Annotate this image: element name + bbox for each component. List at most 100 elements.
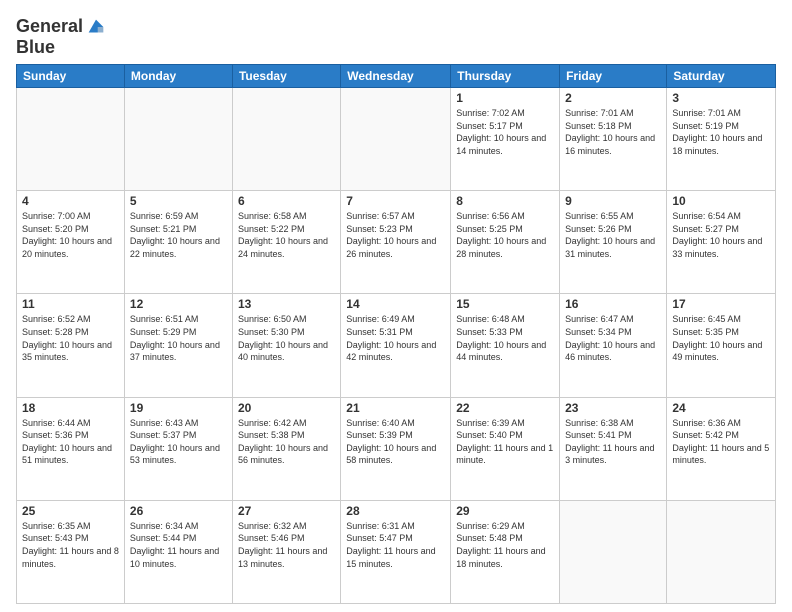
day-number: 6 bbox=[238, 194, 335, 208]
calendar-cell[interactable]: 16 Sunrise: 6:47 AMSunset: 5:34 PMDayligh… bbox=[560, 294, 667, 397]
day-info: Sunrise: 6:38 AMSunset: 5:41 PMDaylight:… bbox=[565, 417, 661, 467]
day-info: Sunrise: 6:47 AMSunset: 5:34 PMDaylight:… bbox=[565, 313, 661, 363]
calendar-cell[interactable]: 1Sunrise: 7:02 AMSunset: 5:17 PMDaylight… bbox=[451, 88, 560, 191]
day-number: 7 bbox=[346, 194, 445, 208]
day-info: Sunrise: 6:51 AMSunset: 5:29 PMDaylight:… bbox=[130, 313, 227, 363]
logo-icon bbox=[85, 16, 107, 38]
calendar-cell[interactable]: 12 Sunrise: 6:51 AMSunset: 5:29 PMDayligh… bbox=[124, 294, 232, 397]
day-info: Sunrise: 6:44 AMSunset: 5:36 PMDaylight:… bbox=[22, 417, 119, 467]
day-number: 10 bbox=[672, 194, 770, 208]
day-number: 26 bbox=[130, 504, 227, 518]
day-number: 22 bbox=[456, 401, 554, 415]
calendar-cell[interactable]: 19 Sunrise: 6:43 AMSunset: 5:37 PMDayligh… bbox=[124, 397, 232, 500]
day-number: 2 bbox=[565, 91, 661, 105]
calendar-cell[interactable]: 8Sunrise: 6:56 AMSunset: 5:25 PMDaylight… bbox=[451, 191, 560, 294]
calendar-cell[interactable]: 23 Sunrise: 6:38 AMSunset: 5:41 PMDayligh… bbox=[560, 397, 667, 500]
calendar-cell[interactable]: 21 Sunrise: 6:40 AMSunset: 5:39 PMDayligh… bbox=[341, 397, 451, 500]
calendar: SundayMondayTuesdayWednesdayThursdayFrid… bbox=[16, 64, 776, 604]
day-info: Sunrise: 6:45 AMSunset: 5:35 PMDaylight:… bbox=[672, 313, 770, 363]
calendar-cell[interactable]: 9 Sunrise: 6:55 AMSunset: 5:26 PMDaylight… bbox=[560, 191, 667, 294]
calendar-cell[interactable]: 7 Sunrise: 6:57 AMSunset: 5:23 PMDaylight… bbox=[341, 191, 451, 294]
day-number: 13 bbox=[238, 297, 335, 311]
day-info: Sunrise: 6:54 AMSunset: 5:27 PMDaylight:… bbox=[672, 210, 770, 260]
calendar-cell[interactable]: 14 Sunrise: 6:49 AMSunset: 5:31 PMDayligh… bbox=[341, 294, 451, 397]
calendar-cell[interactable]: 10 Sunrise: 6:54 AMSunset: 5:27 PMDayligh… bbox=[667, 191, 776, 294]
day-number: 14 bbox=[346, 297, 445, 311]
day-number: 4 bbox=[22, 194, 119, 208]
calendar-cell[interactable]: 3 Sunrise: 7:01 AMSunset: 5:19 PMDaylight… bbox=[667, 88, 776, 191]
day-info: Sunrise: 6:55 AMSunset: 5:26 PMDaylight:… bbox=[565, 210, 661, 260]
calendar-week-row: 18 Sunrise: 6:44 AMSunset: 5:36 PMDayligh… bbox=[17, 397, 776, 500]
day-number: 11 bbox=[22, 297, 119, 311]
day-number: 17 bbox=[672, 297, 770, 311]
calendar-cell[interactable]: 11 Sunrise: 6:52 AMSunset: 5:28 PMDayligh… bbox=[17, 294, 125, 397]
calendar-cell[interactable]: 4 Sunrise: 7:00 AMSunset: 5:20 PMDaylight… bbox=[17, 191, 125, 294]
calendar-cell[interactable]: 26 Sunrise: 6:34 AMSunset: 5:44 PMDayligh… bbox=[124, 500, 232, 603]
day-info: Sunrise: 6:52 AMSunset: 5:28 PMDaylight:… bbox=[22, 313, 119, 363]
day-number: 20 bbox=[238, 401, 335, 415]
calendar-cell[interactable]: 20 Sunrise: 6:42 AMSunset: 5:38 PMDayligh… bbox=[232, 397, 340, 500]
day-number: 3 bbox=[672, 91, 770, 105]
day-number: 24 bbox=[672, 401, 770, 415]
day-info: Sunrise: 7:00 AMSunset: 5:20 PMDaylight:… bbox=[22, 210, 119, 260]
calendar-cell[interactable]: 22 Sunrise: 6:39 AMSunset: 5:40 PMDayligh… bbox=[451, 397, 560, 500]
calendar-cell[interactable]: 5Sunrise: 6:59 AMSunset: 5:21 PMDaylight… bbox=[124, 191, 232, 294]
calendar-cell[interactable]: 13 Sunrise: 6:50 AMSunset: 5:30 PMDayligh… bbox=[232, 294, 340, 397]
day-info: Sunrise: 6:59 AMSunset: 5:21 PMDaylight:… bbox=[130, 210, 227, 260]
day-info: Sunrise: 6:34 AMSunset: 5:44 PMDaylight:… bbox=[130, 520, 227, 570]
day-number: 28 bbox=[346, 504, 445, 518]
calendar-cell[interactable]: 25 Sunrise: 6:35 AMSunset: 5:43 PMDayligh… bbox=[17, 500, 125, 603]
calendar-cell[interactable]: 17 Sunrise: 6:45 AMSunset: 5:35 PMDayligh… bbox=[667, 294, 776, 397]
day-info: Sunrise: 6:40 AMSunset: 5:39 PMDaylight:… bbox=[346, 417, 445, 467]
day-info: Sunrise: 6:35 AMSunset: 5:43 PMDaylight:… bbox=[22, 520, 119, 570]
weekday-header: Tuesday bbox=[232, 65, 340, 88]
day-number: 18 bbox=[22, 401, 119, 415]
calendar-cell[interactable]: 27 Sunrise: 6:32 AMSunset: 5:46 PMDayligh… bbox=[232, 500, 340, 603]
day-info: Sunrise: 6:50 AMSunset: 5:30 PMDaylight:… bbox=[238, 313, 335, 363]
day-number: 25 bbox=[22, 504, 119, 518]
calendar-week-row: 1Sunrise: 7:02 AMSunset: 5:17 PMDaylight… bbox=[17, 88, 776, 191]
day-info: Sunrise: 7:01 AMSunset: 5:19 PMDaylight:… bbox=[672, 107, 770, 157]
calendar-week-row: 11 Sunrise: 6:52 AMSunset: 5:28 PMDayligh… bbox=[17, 294, 776, 397]
calendar-cell[interactable]: 15Sunrise: 6:48 AMSunset: 5:33 PMDayligh… bbox=[451, 294, 560, 397]
day-info: Sunrise: 6:56 AMSunset: 5:25 PMDaylight:… bbox=[456, 210, 554, 260]
day-number: 23 bbox=[565, 401, 661, 415]
day-info: Sunrise: 6:48 AMSunset: 5:33 PMDaylight:… bbox=[456, 313, 554, 363]
day-info: Sunrise: 6:39 AMSunset: 5:40 PMDaylight:… bbox=[456, 417, 554, 467]
day-info: Sunrise: 6:43 AMSunset: 5:37 PMDaylight:… bbox=[130, 417, 227, 467]
day-number: 9 bbox=[565, 194, 661, 208]
calendar-cell[interactable]: 28 Sunrise: 6:31 AMSunset: 5:47 PMDayligh… bbox=[341, 500, 451, 603]
weekday-header: Friday bbox=[560, 65, 667, 88]
logo-general: General bbox=[16, 16, 83, 36]
day-number: 16 bbox=[565, 297, 661, 311]
calendar-week-row: 25 Sunrise: 6:35 AMSunset: 5:43 PMDayligh… bbox=[17, 500, 776, 603]
weekday-header: Monday bbox=[124, 65, 232, 88]
calendar-cell[interactable]: 29Sunrise: 6:29 AMSunset: 5:48 PMDayligh… bbox=[451, 500, 560, 603]
day-info: Sunrise: 7:02 AMSunset: 5:17 PMDaylight:… bbox=[456, 107, 554, 157]
day-info: Sunrise: 6:31 AMSunset: 5:47 PMDaylight:… bbox=[346, 520, 445, 570]
calendar-cell[interactable]: 24 Sunrise: 6:36 AMSunset: 5:42 PMDayligh… bbox=[667, 397, 776, 500]
calendar-cell bbox=[560, 500, 667, 603]
day-info: Sunrise: 6:57 AMSunset: 5:23 PMDaylight:… bbox=[346, 210, 445, 260]
day-info: Sunrise: 6:36 AMSunset: 5:42 PMDaylight:… bbox=[672, 417, 770, 467]
calendar-cell[interactable]: 6Sunrise: 6:58 AMSunset: 5:22 PMDaylight… bbox=[232, 191, 340, 294]
day-number: 12 bbox=[130, 297, 227, 311]
calendar-cell bbox=[667, 500, 776, 603]
day-info: Sunrise: 6:49 AMSunset: 5:31 PMDaylight:… bbox=[346, 313, 445, 363]
weekday-header: Thursday bbox=[451, 65, 560, 88]
calendar-cell[interactable]: 18 Sunrise: 6:44 AMSunset: 5:36 PMDayligh… bbox=[17, 397, 125, 500]
day-number: 29 bbox=[456, 504, 554, 518]
day-number: 19 bbox=[130, 401, 227, 415]
day-info: Sunrise: 6:42 AMSunset: 5:38 PMDaylight:… bbox=[238, 417, 335, 467]
weekday-header: Sunday bbox=[17, 65, 125, 88]
calendar-cell bbox=[341, 88, 451, 191]
calendar-cell bbox=[17, 88, 125, 191]
calendar-cell[interactable]: 2Sunrise: 7:01 AMSunset: 5:18 PMDaylight… bbox=[560, 88, 667, 191]
day-number: 21 bbox=[346, 401, 445, 415]
calendar-header-row: SundayMondayTuesdayWednesdayThursdayFrid… bbox=[17, 65, 776, 88]
weekday-header: Saturday bbox=[667, 65, 776, 88]
logo: General Blue bbox=[16, 16, 107, 58]
day-number: 27 bbox=[238, 504, 335, 518]
logo-blue: Blue bbox=[16, 37, 55, 57]
day-info: Sunrise: 6:32 AMSunset: 5:46 PMDaylight:… bbox=[238, 520, 335, 570]
